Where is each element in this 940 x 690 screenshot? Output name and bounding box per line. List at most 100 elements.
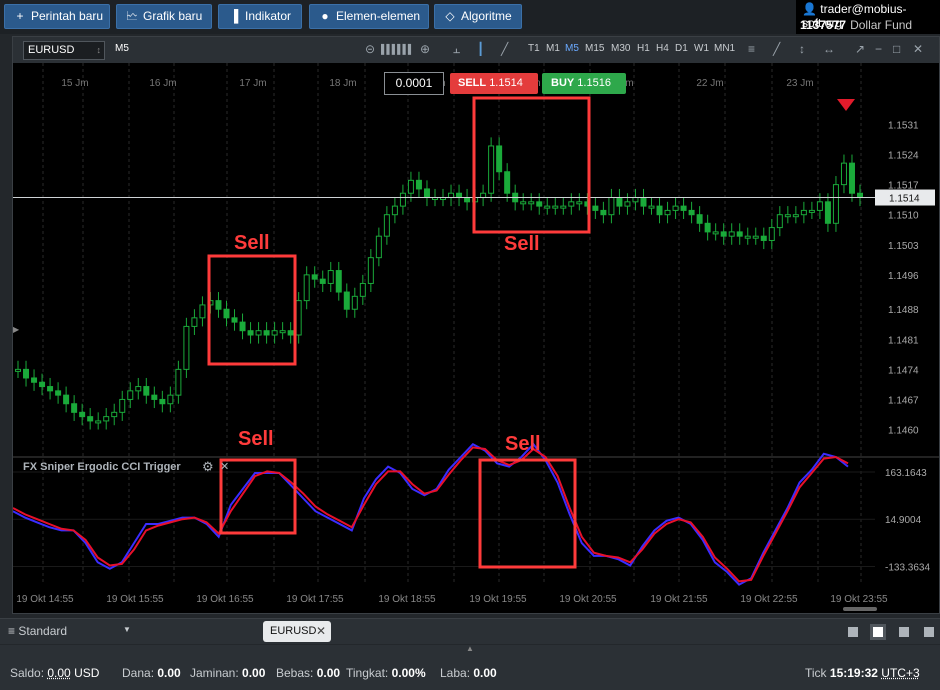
candle — [111, 403, 118, 426]
layout-grid-button[interactable] — [870, 624, 886, 640]
candle — [215, 292, 222, 318]
quantity-input[interactable]: 0.0001 — [384, 72, 444, 95]
bar-type-icon[interactable]: ⫠ — [453, 42, 460, 57]
candle-type-icon[interactable]: ┃ — [477, 42, 484, 56]
horizontal-line-icon[interactable]: ↔ — [823, 42, 835, 56]
new-chart-button[interactable]: 🗠 Grafik baru — [116, 4, 212, 29]
candle — [528, 193, 535, 211]
margin-level: Tingkat: 0.00% — [346, 666, 426, 680]
layout-single-button[interactable] — [845, 624, 861, 640]
timeframe-m5[interactable]: M5 — [565, 43, 579, 54]
candle — [488, 137, 495, 202]
user-icon: 👤 — [802, 2, 817, 16]
candle — [696, 206, 703, 232]
timeframe-t1[interactable]: T1 — [528, 43, 540, 54]
timeframe-d1[interactable]: D1 — [675, 43, 688, 54]
candle — [792, 206, 799, 224]
new-order-button[interactable]: + Perintah baru — [4, 4, 110, 29]
annotation-box — [207, 254, 297, 366]
layout-columns-button[interactable] — [896, 624, 912, 640]
candle — [784, 206, 791, 224]
close-icon[interactable]: ✕ — [913, 42, 923, 56]
bar-chart-icon: ▐ — [229, 9, 239, 23]
candle — [712, 223, 719, 241]
candle — [616, 188, 623, 215]
candle — [504, 163, 511, 202]
timeframe-m1[interactable]: M1 — [546, 43, 560, 54]
candle — [600, 201, 607, 224]
timeframe-m30[interactable]: M30 — [611, 43, 630, 54]
timeframe-label: M5 — [115, 43, 129, 54]
candle — [840, 154, 847, 194]
candle — [367, 249, 374, 293]
candle — [800, 201, 807, 224]
sell-button[interactable]: SELL 1.1514 — [450, 73, 538, 94]
candle — [608, 188, 615, 224]
candle — [23, 360, 30, 387]
user-icon: ● — [321, 9, 329, 23]
margin: Jaminan: 0.00 — [190, 666, 266, 680]
candle — [327, 261, 334, 293]
symbol-selector[interactable]: EURUSD ↕ — [23, 41, 105, 60]
candle — [832, 176, 839, 232]
candle — [335, 261, 342, 301]
workspace-bar: ≡ Standard ▼ EURUSD ✕ — [0, 618, 940, 644]
candle — [768, 219, 775, 250]
date-label: 18 Jm — [329, 78, 356, 89]
maximize-icon[interactable]: □ — [893, 42, 900, 56]
chart-tab[interactable]: EURUSD ✕ — [263, 621, 331, 642]
menu-icon: ≡ — [8, 624, 16, 638]
layout-rows-button[interactable] — [921, 624, 937, 640]
candle — [87, 408, 94, 430]
current-price-label: 1.1514 — [889, 194, 920, 205]
date-label: 15 Jm — [61, 78, 88, 89]
candle — [744, 227, 751, 245]
line-type-icon[interactable]: ╱ — [501, 42, 508, 56]
candle — [680, 197, 687, 219]
candle — [640, 188, 647, 215]
minimize-icon[interactable]: − — [875, 42, 882, 56]
candle — [231, 309, 238, 331]
panel-toggle-icon[interactable]: ▶ — [13, 325, 19, 334]
indicators-button[interactable]: ▐ Indikator — [218, 4, 302, 29]
annotation-box — [219, 458, 297, 535]
timeframe-h1[interactable]: H1 — [637, 43, 650, 54]
close-tab-icon[interactable]: ✕ — [316, 621, 326, 642]
trading-app: + Perintah baru 🗠 Grafik baru ▐ Indikator ●… — [0, 0, 940, 690]
candle — [351, 287, 358, 318]
timeframe-m15[interactable]: M15 — [585, 43, 604, 54]
elements-button[interactable]: ● Elemen-elemen — [309, 4, 429, 29]
free-margin: Bebas: 0.00 — [276, 666, 341, 680]
template-icon[interactable]: ≡ — [748, 42, 755, 56]
timeframe-mn1[interactable]: MN1 — [714, 43, 735, 54]
buy-button[interactable]: BUY 1.1516 — [542, 73, 626, 94]
account-info[interactable]: 👤 trader@mobius-soft.org 1137577 Dollar F… — [796, 0, 940, 34]
candle — [143, 377, 150, 404]
timeframe-w1[interactable]: W1 — [694, 43, 709, 54]
close-indicator-icon[interactable]: ✕ — [220, 460, 229, 473]
annotation-label: Sell — [234, 232, 270, 254]
algorithms-button[interactable]: ◇ Algoritme — [434, 4, 522, 29]
splitter[interactable]: ▲ — [0, 644, 940, 656]
candle — [552, 197, 559, 215]
account-fund: Dollar Fund — [850, 18, 913, 32]
candle — [704, 214, 711, 241]
gear-icon[interactable]: ⚙ — [202, 459, 214, 475]
chart-window: EURUSD ↕ M5 ⊝ ▌▌▌▌▌▌ ⊕ ⫠ ┃ ╱ T1 M1 M5 M15 M3… — [12, 36, 940, 614]
zoom-in-icon[interactable]: ⊕ — [420, 42, 430, 56]
chevron-down-icon: ▼ — [123, 625, 131, 634]
candle — [47, 377, 54, 400]
tick-time: Tick 15:19:32 UTC+3 — [805, 666, 920, 680]
price-tick-label: 1.1488 — [888, 305, 919, 316]
candle — [239, 313, 246, 340]
chart-area[interactable]: 15 Jm16 Jm17 Jm18 Jm19 Jm20 Jm21 Jm22 Jm… — [13, 63, 939, 613]
timeframe-h4[interactable]: H4 — [656, 43, 669, 54]
candle — [375, 227, 382, 267]
detach-icon[interactable]: ↗ — [855, 42, 865, 56]
time-axis-label: 19 Okt 23:55 — [830, 594, 888, 605]
workspace-selector[interactable]: ≡ Standard ▼ — [8, 624, 131, 638]
zoom-slider[interactable]: ▌▌▌▌▌▌ — [381, 44, 414, 54]
draw-line-icon[interactable]: ╱ — [773, 42, 780, 56]
vertical-line-icon[interactable]: ↕ — [799, 42, 805, 56]
zoom-out-icon[interactable]: ⊝ — [365, 42, 375, 56]
